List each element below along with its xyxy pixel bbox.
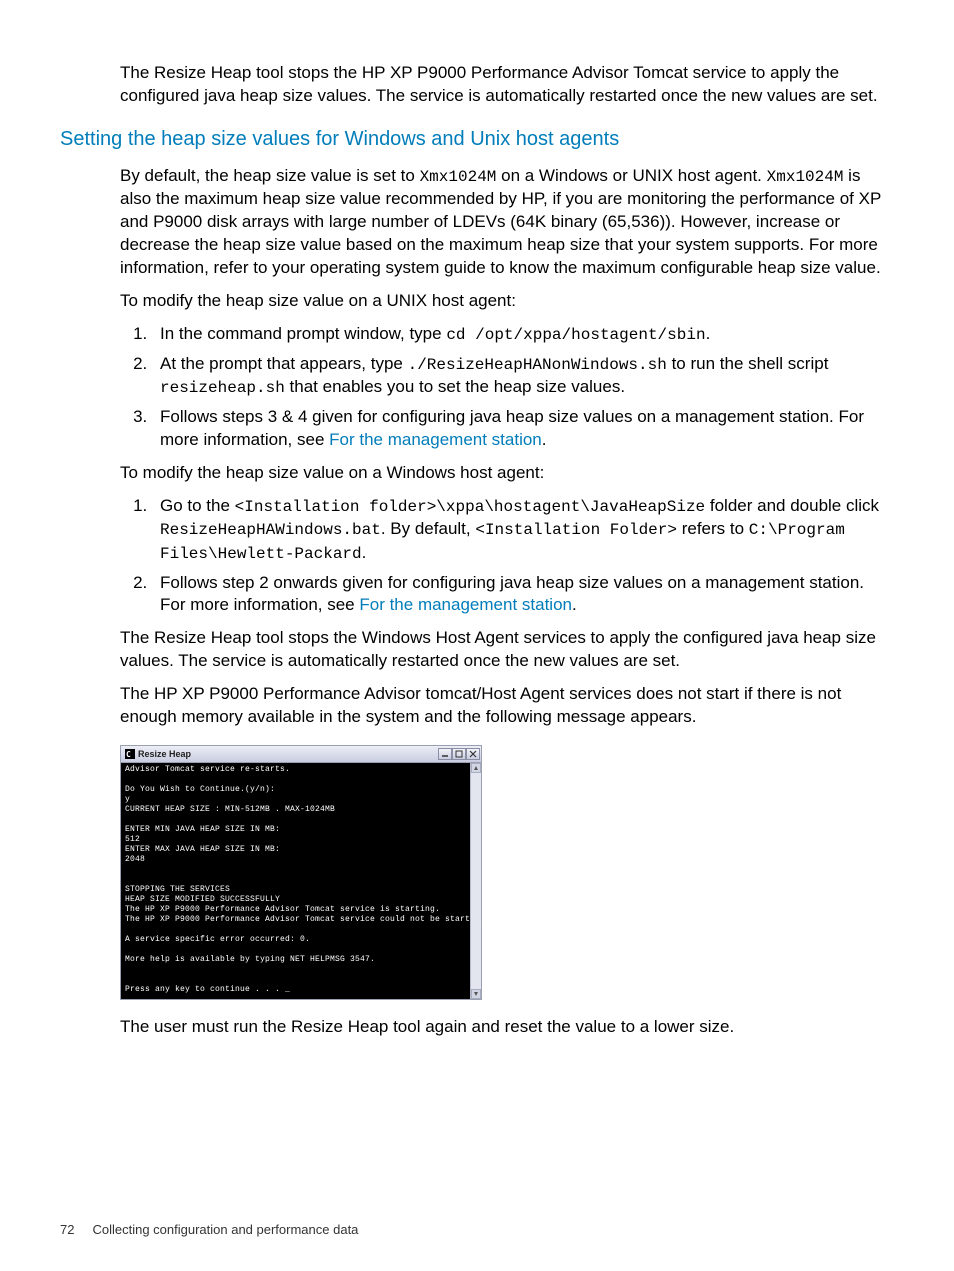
code-install-folder-2: <Installation Folder> xyxy=(475,521,677,539)
terminal-scrollbar[interactable] xyxy=(470,763,481,999)
text: At the prompt that appears, type xyxy=(160,354,408,373)
link-management-station[interactable]: For the management station xyxy=(329,430,542,449)
link-management-station[interactable]: For the management station xyxy=(359,595,572,614)
minimize-button[interactable] xyxy=(438,748,452,760)
text: . xyxy=(542,430,547,449)
post-paragraph-1: The Resize Heap tool stops the Windows H… xyxy=(120,627,894,673)
text: that enables you to set the heap size va… xyxy=(285,377,625,396)
list-item: In the command prompt window, type cd /o… xyxy=(152,323,894,347)
text: Go to the xyxy=(160,496,235,515)
code-install-folder: <Installation folder>\xppa\hostagent\Jav… xyxy=(235,498,705,516)
code-resizeheap: resizeheap.sh xyxy=(160,379,285,397)
closing-paragraph: The user must run the Resize Heap tool a… xyxy=(120,1016,894,1039)
default-heap-paragraph: By default, the heap size value is set t… xyxy=(120,165,894,280)
text: . xyxy=(362,543,367,562)
code-bat: ResizeHeapHAWindows.bat xyxy=(160,521,381,539)
text: . By default, xyxy=(381,519,476,538)
list-item: Go to the <Installation folder>\xppa\hos… xyxy=(152,495,894,566)
list-item: At the prompt that appears, type ./Resiz… xyxy=(152,353,894,400)
command-prompt-icon: C xyxy=(125,749,135,759)
document-page: The Resize Heap tool stops the HP XP P90… xyxy=(0,0,954,1271)
text: to run the shell script xyxy=(667,354,829,373)
intro-paragraph: The Resize Heap tool stops the HP XP P90… xyxy=(120,62,894,108)
unix-steps-list: In the command prompt window, type cd /o… xyxy=(120,323,894,452)
text: . xyxy=(572,595,577,614)
footer-title: Collecting configuration and performance… xyxy=(92,1222,358,1237)
window-controls xyxy=(438,748,480,760)
svg-text:C: C xyxy=(126,750,131,759)
terminal-title-text: Resize Heap xyxy=(138,748,191,760)
section-heading: Setting the heap size values for Windows… xyxy=(60,126,894,153)
code-resize-sh: ./ResizeHeapHANonWindows.sh xyxy=(408,356,667,374)
terminal-output: Advisor Tomcat service re-starts. Do You… xyxy=(121,763,481,999)
windows-intro: To modify the heap size value on a Windo… xyxy=(120,462,894,485)
code-xmx2: Xmx1024M xyxy=(767,168,844,186)
text: refers to xyxy=(677,519,749,538)
maximize-button[interactable] xyxy=(452,748,466,760)
page-number: 72 xyxy=(60,1221,74,1239)
text: In the command prompt window, type xyxy=(160,324,446,343)
terminal-titlebar: C Resize Heap xyxy=(121,746,481,763)
scroll-down-button[interactable] xyxy=(471,989,481,999)
list-item: Follows step 2 onwards given for configu… xyxy=(152,572,894,618)
list-item: Follows steps 3 & 4 given for configurin… xyxy=(152,406,894,452)
unix-intro: To modify the heap size value on a UNIX … xyxy=(120,290,894,313)
terminal-window: C Resize Heap Advisor Tom xyxy=(120,745,482,1000)
text: . xyxy=(706,324,711,343)
text: folder and double click xyxy=(705,496,879,515)
code-xmx1: Xmx1024M xyxy=(420,168,497,186)
page-footer: 72 Collecting configuration and performan… xyxy=(60,1221,358,1239)
close-button[interactable] xyxy=(466,748,480,760)
text: on a Windows or UNIX host agent. xyxy=(496,166,766,185)
windows-steps-list: Go to the <Installation folder>\xppa\hos… xyxy=(120,495,894,618)
code-cd: cd /opt/xppa/hostagent/sbin xyxy=(446,326,705,344)
post-paragraph-2: The HP XP P9000 Performance Advisor tomc… xyxy=(120,683,894,729)
scroll-up-button[interactable] xyxy=(471,763,481,773)
text: By default, the heap size value is set t… xyxy=(120,166,420,185)
